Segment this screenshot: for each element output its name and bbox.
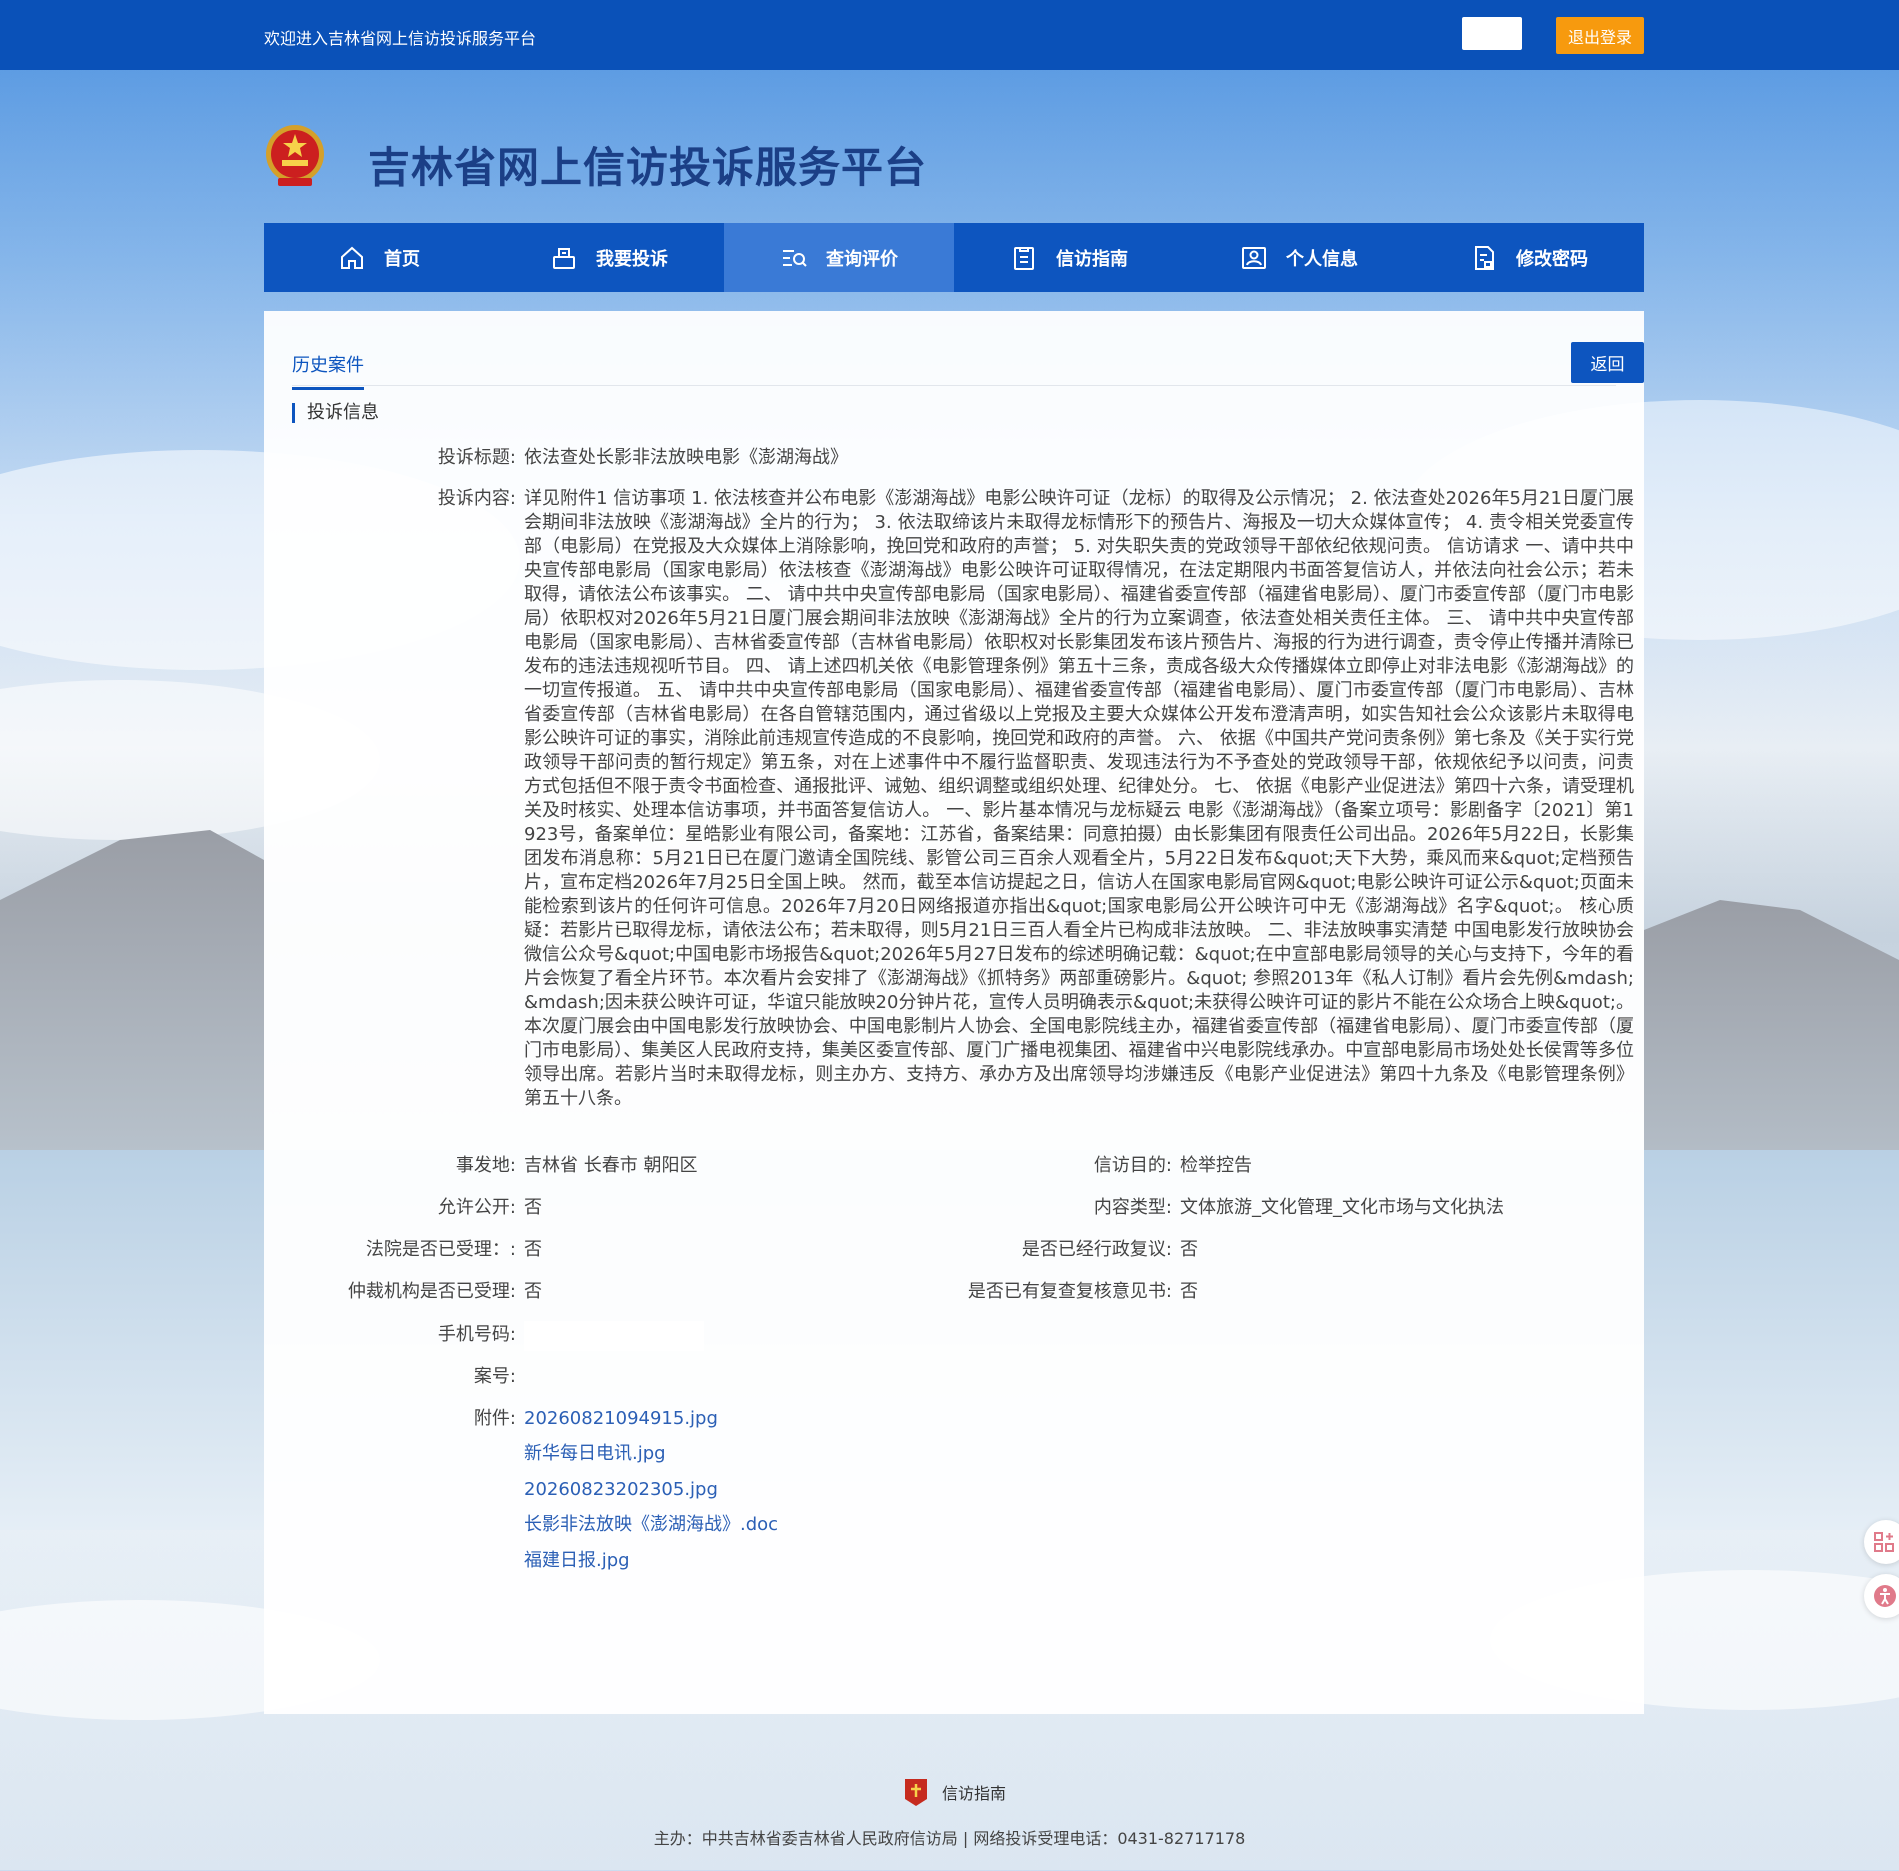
- case-number-label: 案号:: [473, 1366, 516, 1387]
- allow-public-value: 否: [524, 1197, 542, 1218]
- nav-item-label: 我要投诉: [596, 248, 668, 270]
- footer-info: 主办：中共吉林省委吉林省人民政府信访局 | 网络投诉受理电话：0431-8271…: [653, 1829, 1246, 1848]
- admin-review-label: 是否已经行政复议:: [1021, 1239, 1172, 1260]
- national-emblem-icon: [266, 125, 324, 186]
- complaint-icon: [553, 247, 575, 269]
- apps-icon: [1874, 1532, 1894, 1552]
- nav-item-label: 修改密码: [1516, 248, 1588, 270]
- attachment-link[interactable]: 新华每日电讯.jpg: [524, 1442, 666, 1466]
- tab-header: 历史案件 返回: [292, 331, 1644, 390]
- nav-item-label: 个人信息: [1286, 248, 1358, 270]
- guide-badge-icon: [905, 1779, 927, 1806]
- nav-item-home[interactable]: 首页: [264, 223, 494, 292]
- attachments-label: 附件:: [473, 1408, 516, 1429]
- section-title: 投诉信息: [292, 403, 379, 423]
- court-accepted-value: 否: [524, 1239, 542, 1260]
- complaint-content-label: 投诉内容:: [437, 488, 516, 509]
- purpose-value: 检举控告: [1180, 1155, 1252, 1176]
- tab-history-cases[interactable]: 历史案件: [292, 351, 364, 390]
- recheck-value: 否: [1180, 1281, 1198, 1302]
- user-card-icon: [1242, 246, 1266, 269]
- attachment-link[interactable]: 福建日报.jpg: [524, 1549, 630, 1573]
- phone-label: 手机号码:: [437, 1324, 516, 1345]
- admin-review-value: 否: [1180, 1239, 1198, 1260]
- search-list-icon: [783, 249, 807, 267]
- arbitration-label: 仲裁机构是否已受理:: [347, 1281, 516, 1302]
- password-doc-icon: [1475, 245, 1494, 270]
- guide-icon: [1014, 246, 1034, 270]
- nav-item-query[interactable]: 查询评价: [724, 223, 954, 292]
- nav-item-profile[interactable]: 个人信息: [1184, 223, 1414, 292]
- nav-item-password[interactable]: 修改密码: [1414, 223, 1644, 292]
- site-title: 吉林省网上信访投诉服务平台: [368, 143, 928, 192]
- footer-guide-label: 信访指南: [942, 1784, 1007, 1803]
- allow-public-label: 允许公开:: [437, 1197, 516, 1218]
- location-label: 事发地:: [455, 1155, 516, 1176]
- attachment-link[interactable]: 长影非法放映《澎湖海战》.doc: [524, 1513, 778, 1537]
- case-detail-card: 历史案件 返回 投诉信息 投诉标题: 依法查处长影非法放映电影《澎湖海战》 投诉…: [264, 311, 1644, 1714]
- location-value: 吉林省 长春市 朝阳区: [524, 1155, 698, 1176]
- phone-value-mask: [524, 1321, 704, 1351]
- complaint-title-label: 投诉标题:: [437, 447, 516, 468]
- back-button[interactable]: 返回: [1571, 342, 1644, 383]
- welcome-text: 欢迎进入吉林省网上信访投诉服务平台: [264, 29, 537, 48]
- accessibility-icon: [1874, 1585, 1896, 1607]
- attachment-link[interactable]: 20260821094915.jpg: [524, 1407, 718, 1431]
- nav-item-label: 信访指南: [1056, 248, 1128, 270]
- footer-guide-link[interactable]: 信访指南: [902, 1777, 1006, 1807]
- nav-item-guide[interactable]: 信访指南: [954, 223, 1184, 292]
- nav-item-label: 首页: [384, 248, 420, 270]
- complaint-content-value: 详见附件1 信访事项 1. 依法核查并公布电影《澎湖海战》电影公映许可证（龙标）…: [524, 488, 1634, 1109]
- user-name-box[interactable]: [1462, 17, 1522, 50]
- content-type-label: 内容类型:: [1093, 1197, 1172, 1218]
- content-type-value: 文体旅游_文化管理_文化市场与文化执法: [1180, 1197, 1504, 1218]
- main-nav: 首页 我要投诉 查询评价 信访指南 个人信息 修改密码: [264, 223, 1644, 292]
- purpose-label: 信访目的:: [1093, 1155, 1172, 1176]
- attachment-link[interactable]: 20260823202305.jpg: [524, 1478, 718, 1502]
- nav-item-complaint[interactable]: 我要投诉: [494, 223, 724, 292]
- logout-button[interactable]: 退出登录: [1556, 17, 1644, 54]
- nav-item-label: 查询评价: [826, 248, 898, 270]
- complaint-title-value: 依法查处长影非法放映电影《澎湖海战》: [524, 447, 848, 468]
- recheck-label: 是否已有复查复核意见书:: [967, 1281, 1172, 1302]
- court-accepted-label: 法院是否已受理：:: [365, 1239, 516, 1260]
- top-bar: 欢迎进入吉林省网上信访投诉服务平台 退出登录: [0, 0, 1899, 70]
- arbitration-value: 否: [524, 1281, 542, 1302]
- home-icon: [341, 246, 363, 269]
